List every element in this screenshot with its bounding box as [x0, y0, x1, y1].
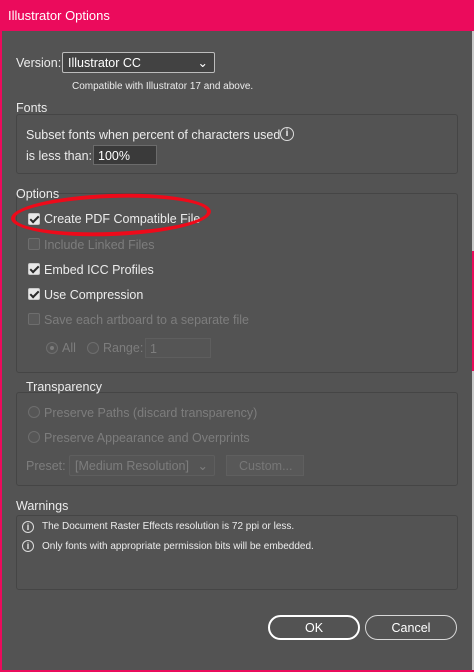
custom-button-label: Custom...: [239, 459, 293, 473]
chevron-down-icon: ⌄: [197, 56, 208, 70]
artboard-range-label: Range:: [103, 341, 144, 355]
preserve-paths-label: Preserve Paths (discard transparency): [44, 406, 258, 420]
preserve-appearance-label: Preserve Appearance and Overprints: [44, 431, 250, 445]
include-linked-files-label[interactable]: Include Linked Files: [44, 238, 154, 252]
artboard-all-radio[interactable]: [46, 342, 58, 354]
preserve-appearance-radio[interactable]: [28, 431, 40, 443]
cancel-button-label: Cancel: [391, 621, 431, 635]
title-bar[interactable]: Illustrator Options: [0, 0, 474, 31]
window-frame-left: [0, 31, 2, 672]
subset-percent-field[interactable]: 100%: [93, 145, 157, 165]
chevron-down-icon: ⌄: [197, 459, 208, 473]
embed-icc-checkbox[interactable]: [28, 263, 40, 275]
save-artboards-checkbox[interactable]: [28, 313, 40, 325]
fonts-less-than-label: is less than:: [26, 149, 93, 163]
artboard-range-field[interactable]: 1: [145, 338, 211, 358]
fonts-legend: Fonts: [16, 101, 48, 115]
subset-percent-value: 100%: [98, 149, 130, 163]
cancel-button[interactable]: Cancel: [365, 615, 457, 640]
info-icon[interactable]: i: [280, 127, 294, 141]
save-artboards-label[interactable]: Save each artboard to a separate file: [44, 313, 249, 327]
version-compat-note: Compatible with Illustrator 17 and above…: [72, 81, 254, 92]
preset-label: Preset:: [26, 459, 66, 473]
artboard-range-value: 1: [150, 342, 157, 356]
info-icon: i: [22, 540, 34, 552]
ok-button-label: OK: [304, 621, 324, 635]
include-linked-files-checkbox[interactable]: [28, 238, 40, 250]
fonts-subset-text: Subset fonts when percent of characters …: [26, 128, 281, 142]
use-compression-checkbox[interactable]: [28, 288, 40, 300]
artboard-range-radio[interactable]: [87, 342, 99, 354]
custom-button[interactable]: Custom...: [226, 455, 304, 476]
version-label: Version:: [16, 56, 62, 70]
warning-item: Only fonts with appropriate permission b…: [42, 541, 314, 552]
embed-icc-label[interactable]: Embed ICC Profiles: [44, 263, 154, 277]
warning-item: The Document Raster Effects resolution i…: [42, 521, 295, 532]
ok-button[interactable]: OK: [268, 615, 360, 640]
use-compression-label[interactable]: Use Compression: [44, 288, 143, 302]
fonts-group: [16, 114, 458, 174]
warnings-legend: Warnings: [16, 499, 69, 513]
version-selected-value: Illustrator CC: [68, 56, 141, 70]
preset-selected-value: [Medium Resolution]: [75, 459, 189, 473]
info-icon: i: [22, 521, 34, 533]
artboard-all-label: All: [62, 341, 76, 355]
preserve-paths-radio[interactable]: [28, 406, 40, 418]
window-title: Illustrator Options: [8, 8, 110, 23]
version-select[interactable]: Illustrator CC ⌄: [62, 52, 215, 73]
transparency-legend: Transparency: [26, 380, 102, 394]
preset-select[interactable]: [Medium Resolution] ⌄: [69, 455, 215, 476]
